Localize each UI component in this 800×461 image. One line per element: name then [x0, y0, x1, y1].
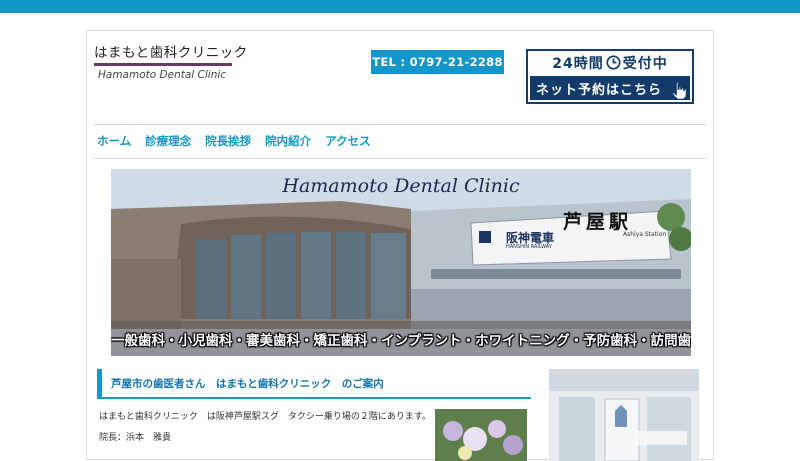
- clinic-interior-photo[interactable]: [549, 369, 699, 461]
- station-name-jp: 芦屋駅: [563, 211, 633, 233]
- hero-banner: Hamamoto Dental Clinic 阪神電車 HANSHIN RAIL…: [111, 169, 691, 356]
- reservation-link-label: ネット予約はこちら: [536, 82, 663, 98]
- page-container: はまもと歯科クリニック Hamamoto Dental Clinic TEL :…: [86, 30, 714, 461]
- site-logo[interactable]: はまもと歯科クリニック Hamamoto Dental Clinic: [94, 41, 248, 81]
- reservation-24h-text: 24時間: [552, 55, 604, 72]
- phone-number-button[interactable]: TEL : 0797-21-2288: [371, 50, 504, 74]
- pointing-hand-icon: [671, 81, 687, 100]
- hero-title: Hamamoto Dental Clinic: [282, 175, 520, 197]
- director-name-text: 院長：浜本 雅貴: [99, 433, 172, 443]
- clock-icon: [606, 55, 621, 70]
- nav-item-home[interactable]: ホーム: [97, 133, 131, 149]
- hanshin-sign-en: HANSHIN RAILWAY: [506, 244, 552, 250]
- station-name-en: Ashiya Station: [623, 231, 667, 238]
- reservation-link[interactable]: ネット予約はこちら: [530, 76, 690, 100]
- intro-location-text: はまもと歯科クリニック は阪神芦屋駅スグ タクシー乗り場の２階にあります。: [99, 412, 431, 422]
- logo-japanese-text: はまもと歯科クリニック: [94, 45, 248, 61]
- intro-heading: 芦屋市の歯医者さん はまもと歯科クリニック のご案内: [97, 369, 531, 399]
- nav-bottom-divider: [92, 158, 708, 159]
- nav-top-divider: [92, 124, 708, 125]
- reservation-accepting-text: 受付中: [622, 55, 668, 72]
- services-list: 一般歯科・小児歯科・審美歯科・矯正歯科・インプラント・ホワイトニング・予防歯科・…: [111, 333, 691, 349]
- nav-item-director-greeting[interactable]: 院長挨拶: [205, 133, 251, 149]
- nav-item-access[interactable]: アクセス: [325, 133, 370, 149]
- station-building-photo: [111, 169, 691, 356]
- top-accent-bar: [0, 0, 800, 13]
- nav-item-clinic-tour[interactable]: 院内紹介: [265, 133, 311, 149]
- logo-underline: [94, 63, 232, 66]
- main-navigation: ホーム 診療理念 院長挨拶 院内紹介 アクセス: [97, 133, 371, 149]
- online-reservation-banner[interactable]: 24時間 受付中 ネット予約はこちら: [526, 49, 694, 104]
- logo-english-text: Hamamoto Dental Clinic: [98, 69, 227, 81]
- reservation-hours: 24時間 受付中: [528, 51, 692, 74]
- nav-item-philosophy[interactable]: 診療理念: [145, 133, 191, 149]
- flower-photo: [435, 409, 527, 461]
